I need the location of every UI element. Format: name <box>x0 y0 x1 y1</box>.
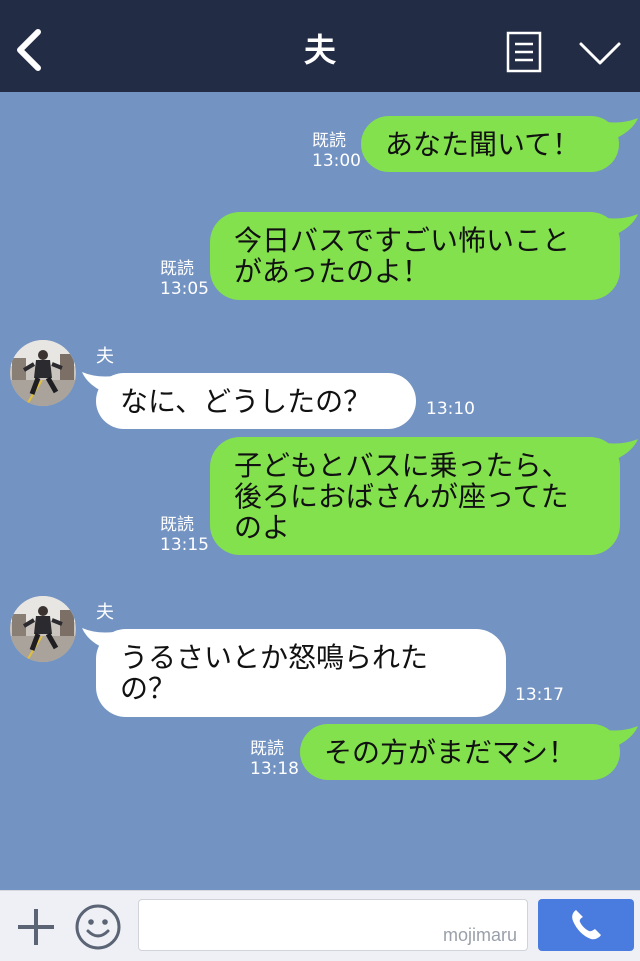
message-bubble[interactable]: 今日バスですごい怖いことがあったのよ！ <box>210 212 620 300</box>
message-bubble[interactable]: その方がまだマシ！ <box>300 724 620 780</box>
bubble-tail <box>606 214 638 236</box>
sender-name: 夫 <box>96 346 114 367</box>
chat-title: 夫 <box>303 31 336 69</box>
watermark: mojimaru <box>442 925 517 945</box>
call-button[interactable] <box>538 899 634 951</box>
message-time: 13:18 <box>250 759 299 779</box>
message-time: 13:10 <box>426 399 475 419</box>
message-time: 13:00 <box>312 151 361 171</box>
message-bubble[interactable]: 子どもとバスに乗ったら、後ろにおばさんが座ってたのよ <box>210 437 620 555</box>
avatar[interactable] <box>10 596 76 662</box>
phone-icon <box>572 910 601 940</box>
message-bubble[interactable]: うるさいとか怒鳴られたの？ <box>96 629 506 717</box>
chevron-down-icon[interactable] <box>578 40 622 68</box>
chat-area[interactable]: 既読 13:00 あなた聞いて！ 既読 13:05 今日バスですごい怖いことがあ… <box>0 92 640 890</box>
message-bubble[interactable]: なに、どうしたの？ <box>96 373 416 429</box>
bubble-tail <box>606 118 638 140</box>
message-bubble[interactable]: あなた聞いて！ <box>361 116 619 172</box>
bubble-tail <box>606 726 638 748</box>
emoji-smile-icon[interactable] <box>74 903 122 951</box>
chat-header: 夫 <box>0 0 640 92</box>
notes-menu-icon[interactable] <box>506 31 542 73</box>
message-time: 13:05 <box>160 279 209 299</box>
message-time: 13:17 <box>515 685 564 705</box>
message-time: 13:15 <box>160 535 209 555</box>
bubble-tail <box>606 439 638 461</box>
avatar[interactable] <box>10 340 76 406</box>
plus-icon[interactable] <box>14 905 58 949</box>
sender-name: 夫 <box>96 602 114 623</box>
message-input[interactable]: mojimaru <box>138 899 528 951</box>
input-bar: mojimaru <box>0 890 640 961</box>
